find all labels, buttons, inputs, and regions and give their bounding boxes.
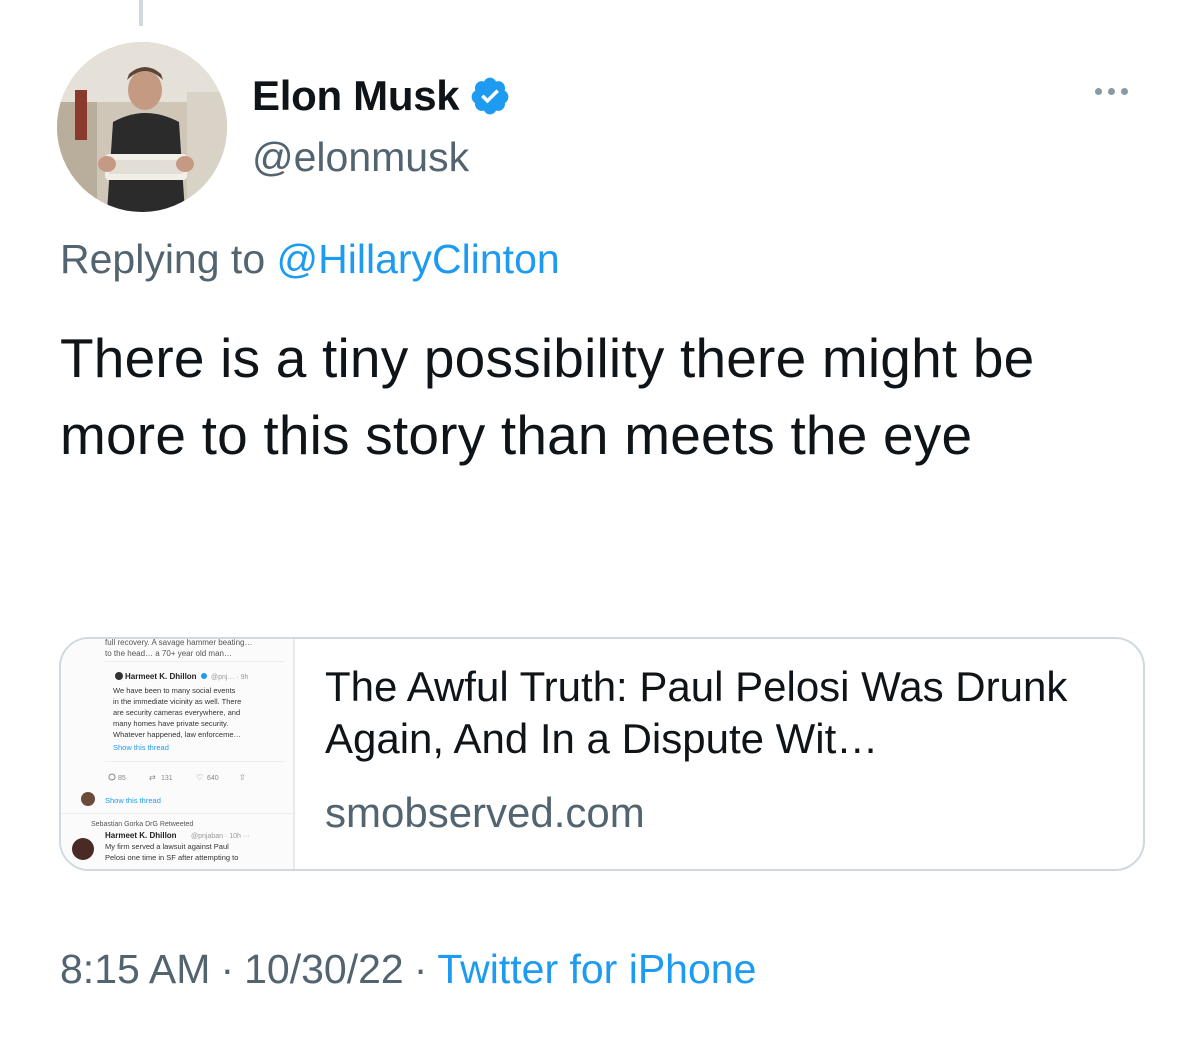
verified-badge-icon — [469, 75, 511, 117]
meta-separator: · — [413, 946, 428, 992]
tweet-source-link[interactable]: Twitter for iPhone — [437, 946, 756, 992]
thumb-meta-1: @pnj… · 9h — [211, 674, 249, 681]
thumb-retweet-icon: ⇄ — [149, 773, 156, 782]
thumb-author-1: Harmeet K. Dhillon — [125, 672, 197, 681]
thumb-stat-retweets: 131 — [161, 775, 173, 782]
meta-separator: · — [220, 946, 235, 992]
thumb-stat-likes: 640 — [207, 775, 219, 782]
thumb-body-1-line-3: are security cameras everywhere, and — [113, 708, 240, 717]
thumb-stat-replies: 85 — [118, 775, 126, 782]
thumb-body-1-line-1: We have been to many social events — [113, 686, 236, 695]
more-options-icon[interactable] — [1095, 88, 1128, 95]
tweet-date[interactable]: 10/30/22 — [244, 946, 404, 992]
thread-connector-line — [139, 0, 143, 26]
thumb-body-1-line-5: Whatever happened, law enforceme… — [113, 730, 241, 739]
replying-to-line: Replying to @HillaryClinton — [60, 236, 560, 283]
tweet-time[interactable]: 8:15 AM — [60, 946, 210, 992]
avatar-photo — [57, 42, 227, 212]
reply-mention-link[interactable]: @HillaryClinton — [277, 236, 560, 282]
thumb-show-thread-2: Show this thread — [105, 796, 161, 805]
replying-to-label: Replying to — [60, 236, 266, 282]
thumb-body-1-line-2: in the immediate vicinity as well. There — [113, 697, 241, 706]
thumb-body-2-line-1: My firm served a lawsuit against Paul — [105, 842, 229, 851]
thumb-show-thread-1: Show this thread — [113, 743, 169, 752]
thumb-top-text-1: full recovery. A savage hammer beating… — [105, 639, 252, 647]
thumb-body-1-line-4: many homes have private security. — [113, 719, 228, 728]
author-display-name[interactable]: Elon Musk — [252, 72, 460, 120]
tweet-metadata: 8:15 AM · 10/30/22 · Twitter for iPhone — [60, 946, 756, 993]
link-card-domain: smobserved.com — [325, 789, 645, 836]
link-preview-card[interactable]: full recovery. A savage hammer beating… … — [59, 637, 1145, 871]
thumb-author-2: Harmeet K. Dhillon — [105, 831, 177, 840]
link-card-title[interactable]: The Awful Truth: Paul Pelosi Was Drunk A… — [325, 661, 1125, 765]
thumb-body-2-line-2: Pelosi one time in SF after attempting t… — [105, 853, 238, 862]
thumb-meta-2: @pnjaban · 10h ··· — [191, 833, 250, 840]
thumb-top-text-2: to the head… a 70+ year old man… — [105, 649, 232, 658]
thumb-like-icon: ♡ — [196, 773, 203, 782]
thumb-share-icon: ⇧ — [239, 773, 246, 782]
link-card-thumbnail: full recovery. A savage hammer beating… … — [61, 639, 295, 869]
author-handle[interactable]: @elonmusk — [252, 134, 469, 181]
author-name-row[interactable]: Elon Musk — [252, 68, 511, 124]
tweet-text: There is a tiny possibility there might … — [60, 327, 1035, 466]
avatar[interactable] — [57, 42, 227, 212]
thumb-retweeted-by: Sebastian Gorka DrG Retweeted — [91, 821, 193, 828]
